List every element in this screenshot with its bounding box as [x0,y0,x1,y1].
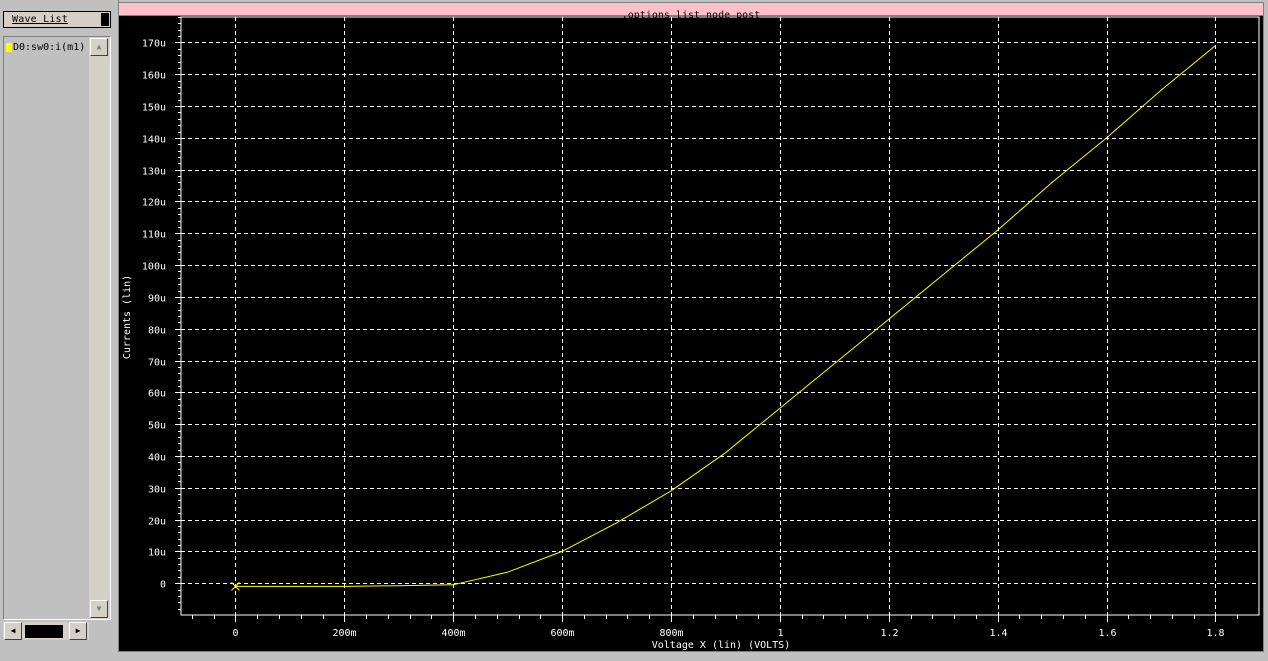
x-tick-label: 1.2 [880,628,898,639]
x-tick-label: 200m [332,628,356,639]
y-tick-label: 90u [148,294,166,305]
x-axis-label: Voltage X (lin) (VOLTS) [652,640,790,651]
y-tick-label: 100u [142,262,166,273]
y-tick-label: 0 [160,580,166,591]
plot-window[interactable]: 0 200m 400m 600m 800m 1 1.2 1.4 1.6 1.8 0 10u 20u 30u… [118,2,1264,652]
plot-title: .options list node post [621,10,761,21]
window-bottom-border [0,652,1268,660]
x-tick-label: 800m [659,628,683,639]
x-tick-label: 1 [777,628,783,639]
y-tick-label: 30u [148,485,166,496]
x-tick-label: 400m [441,628,465,639]
y-tick-label: 120u [142,198,166,209]
y-tick-label: 160u [142,71,166,82]
y-tick-label: 40u [148,453,166,464]
x-tick-label: 600m [550,628,574,639]
y-tick-label: 50u [148,421,166,432]
y-tick-label: 150u [142,103,166,114]
y-tick-label: 130u [142,167,166,178]
plot-series [231,45,1216,591]
plot-title-bar: .options list node post [119,3,1263,21]
y-tick-label: 110u [142,230,166,241]
x-tick-label: 1.6 [1098,628,1116,639]
y-tick-label: 80u [148,326,166,337]
x-tick-label: 1.8 [1206,628,1224,639]
y-tick-label: 20u [148,517,166,528]
y-tick-label: 70u [148,358,166,369]
y-tick-label: 60u [148,389,166,400]
y-tick-label: 10u [148,548,166,559]
x-tick-label: 0 [232,628,238,639]
x-tick-label: 1.4 [989,628,1007,639]
y-axis-label: Currents (lin) [122,275,133,359]
plot-axes: 0 200m 400m 600m 800m 1 1.2 1.4 1.6 1.8 0 10u 20u 30u… [142,16,1260,639]
y-tick-label: 170u [142,39,166,50]
waveform-plot[interactable]: 0 200m 400m 600m 800m 1 1.2 1.4 1.6 1.8 0 10u 20u 30u… [1,1,1268,661]
series-line [235,45,1216,587]
plot-grid [181,17,1259,615]
y-tick-label: 140u [142,135,166,146]
